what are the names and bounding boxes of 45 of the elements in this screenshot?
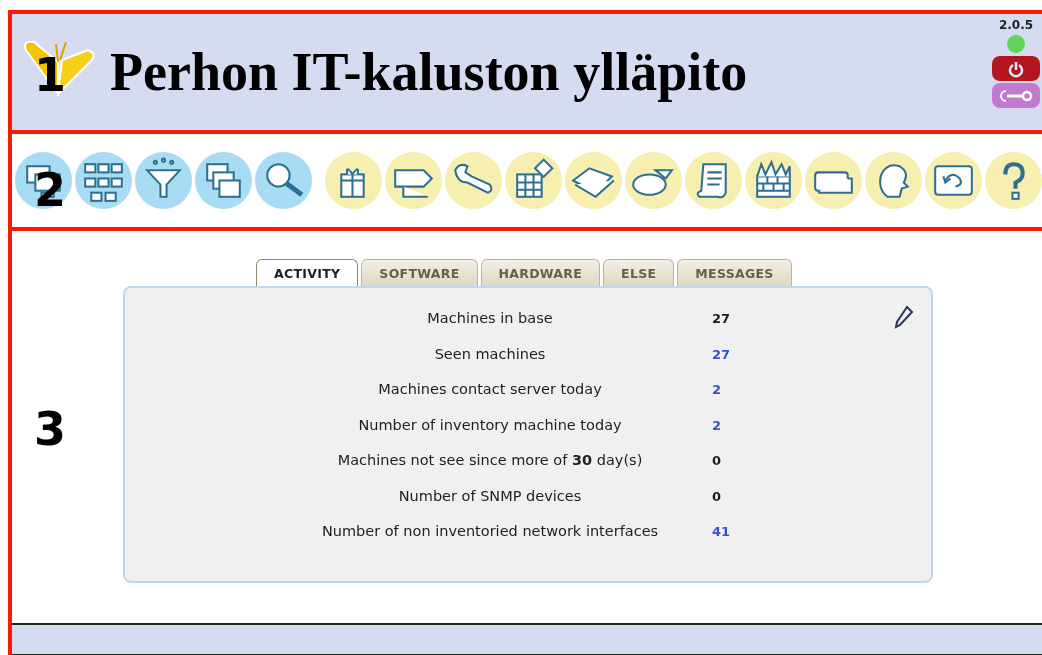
- page-title: Perhon IT-kaluston ylläpito: [110, 41, 749, 103]
- stat-label: Number of SNMP devices: [397, 486, 583, 506]
- stat-link[interactable]: 2: [690, 414, 750, 436]
- stat-link[interactable]: 41: [690, 521, 750, 543]
- pencil-icon[interactable]: [893, 304, 915, 330]
- stat-label: Number of inventory machine today: [357, 415, 623, 435]
- tab[interactable]: MESSAGES: [677, 259, 792, 286]
- book-icon[interactable]: [565, 152, 622, 209]
- tab[interactable]: ELSE: [603, 259, 675, 286]
- tab[interactable]: SOFTWARE: [361, 259, 478, 286]
- annotation-number: 3: [34, 406, 66, 452]
- stat-value: 0: [711, 487, 723, 506]
- version-text: 2.0.5: [998, 18, 1034, 32]
- help-icon[interactable]: [985, 152, 1042, 209]
- card-icon[interactable]: [805, 152, 862, 209]
- stat-label: Number of non inventoried network interfaces: [320, 522, 660, 541]
- power-button[interactable]: [992, 56, 1040, 81]
- grid-icon[interactable]: [505, 152, 562, 209]
- receipt-icon[interactable]: [685, 152, 742, 209]
- monitors-icon[interactable]: [15, 152, 72, 209]
- search-icon[interactable]: [255, 152, 312, 209]
- tag-icon[interactable]: [385, 152, 442, 209]
- annotation-number: 2: [34, 167, 66, 213]
- stat-label: Machines in base: [426, 309, 554, 328]
- tab[interactable]: ACTIVITY: [256, 259, 359, 286]
- stat-label: Machines contact server today: [377, 380, 603, 399]
- gift-icon[interactable]: [325, 152, 382, 209]
- wrench-icon[interactable]: [445, 152, 502, 209]
- stat-value: 0: [711, 452, 723, 470]
- windows-icon[interactable]: [195, 152, 252, 209]
- head-icon[interactable]: [865, 152, 922, 209]
- firewall-icon[interactable]: [745, 152, 802, 209]
- funnel-icon[interactable]: [135, 152, 192, 209]
- status-dot-icon: [1006, 34, 1026, 54]
- stat-value: 27: [711, 310, 732, 328]
- key-button[interactable]: [992, 83, 1040, 108]
- stat-link[interactable]: 2: [690, 379, 750, 401]
- undo-screen-icon[interactable]: [925, 152, 982, 209]
- stat-label: Seen machines: [433, 344, 547, 364]
- network-icon[interactable]: [75, 152, 132, 209]
- tab[interactable]: HARDWARE: [480, 259, 601, 286]
- power-icon[interactable]: [1007, 59, 1025, 78]
- stat-label: Machines not see since more of 30 day(s): [336, 451, 644, 470]
- pie-icon[interactable]: [625, 152, 682, 209]
- stat-link[interactable]: 27: [690, 343, 750, 365]
